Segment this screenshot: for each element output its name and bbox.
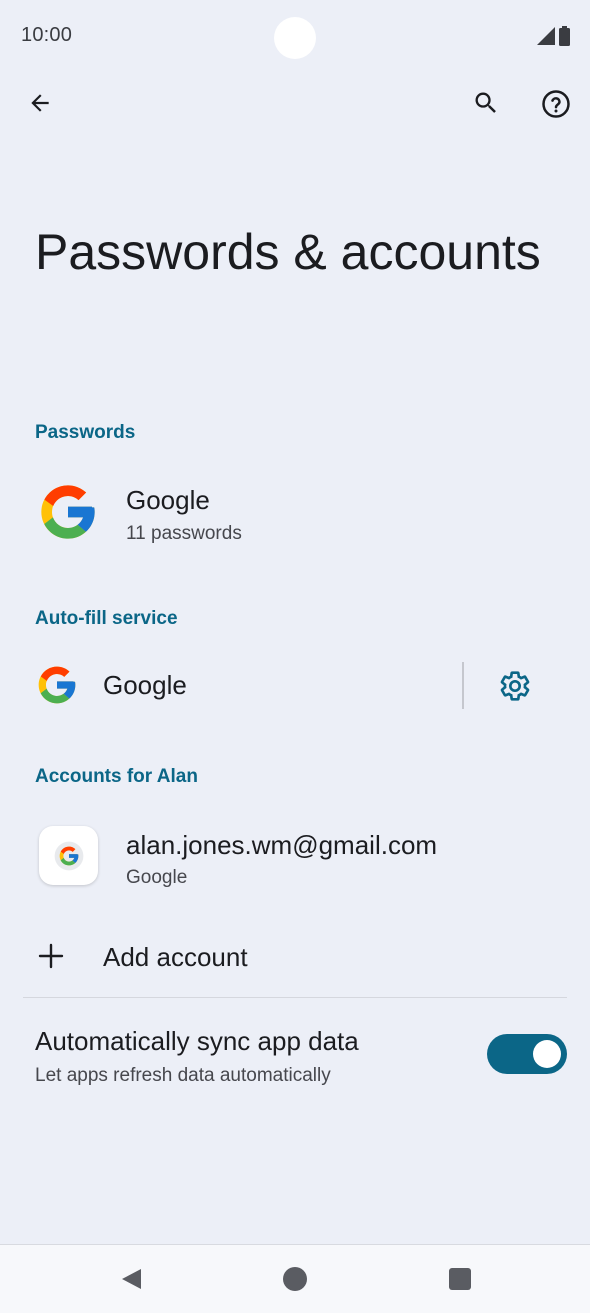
plus-icon [38, 943, 64, 969]
passwords-google-row[interactable]: Google 11 passwords [0, 465, 590, 565]
battery-icon [559, 26, 570, 46]
help-icon [542, 90, 570, 118]
nav-recents-button[interactable] [436, 1255, 484, 1303]
system-nav-bar [0, 1244, 590, 1313]
nav-home-button[interactable] [271, 1255, 319, 1303]
auto-sync-toggle[interactable] [487, 1034, 567, 1074]
autofill-google-row[interactable]: Google [0, 650, 445, 722]
nav-back-icon [122, 1269, 141, 1289]
arrow-back-icon [31, 94, 49, 112]
autofill-section-header: Auto-fill service [35, 608, 178, 629]
account-avatar [39, 826, 98, 885]
nav-back-button[interactable] [107, 1255, 155, 1303]
autofill-settings-button[interactable] [491, 662, 539, 710]
add-account-label: Add account [103, 942, 248, 972]
autofill-divider [462, 662, 464, 709]
toggle-knob [533, 1040, 561, 1068]
back-button[interactable] [16, 79, 64, 127]
account-row[interactable]: alan.jones.wm@gmail.com Google [0, 812, 590, 902]
google-g-icon [38, 666, 76, 704]
passwords-item-subtitle: 11 passwords [126, 523, 242, 544]
section-divider [23, 997, 567, 998]
nav-home-icon [283, 1267, 307, 1291]
passwords-item-title: Google [126, 485, 210, 515]
account-type: Google [126, 867, 188, 888]
google-g-icon [41, 485, 95, 539]
search-icon [475, 92, 496, 113]
accounts-section-header: Accounts for Alan [35, 766, 198, 787]
signal-icon [537, 27, 555, 45]
auto-sync-subtitle: Let apps refresh data automatically [35, 1065, 331, 1086]
add-account-button[interactable]: Add account [0, 922, 590, 992]
help-button[interactable] [532, 80, 580, 128]
page-title: Passwords & accounts [35, 224, 541, 280]
account-email: alan.jones.wm@gmail.com [126, 830, 438, 860]
gear-icon [500, 671, 530, 701]
autofill-item-title: Google [103, 670, 187, 700]
status-icons [537, 26, 570, 46]
auto-sync-title: Automatically sync app data [35, 1026, 359, 1056]
nav-recents-icon [449, 1268, 471, 1290]
passwords-section-header: Passwords [35, 422, 136, 443]
search-button[interactable] [462, 79, 510, 127]
google-g-icon [54, 841, 83, 870]
status-time: 10:00 [21, 24, 73, 46]
camera-cutout [274, 17, 316, 59]
